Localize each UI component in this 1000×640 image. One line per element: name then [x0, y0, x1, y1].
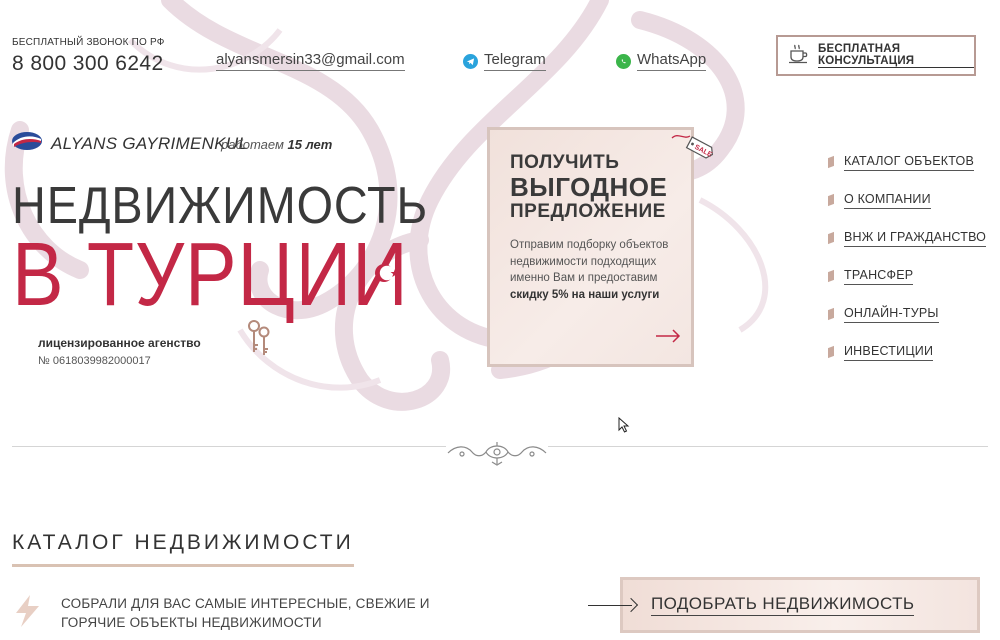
free-consultation-label: БЕСПЛАТНАЯ КОНСУЛЬТАЦИЯ	[818, 43, 974, 68]
turkish-crescent-icon	[373, 262, 401, 289]
catalog-title-underline	[12, 564, 354, 567]
nav-item-catalog[interactable]: КАТАЛОГ ОБЪЕКТОВ	[828, 143, 986, 181]
coffee-cup-icon	[788, 42, 810, 69]
offer-title-line1: получить	[510, 152, 620, 173]
nav-item-online-tours[interactable]: ОНЛАЙН-ТУРЫ	[828, 295, 986, 333]
pick-property-button[interactable]: ПОДОБРАТЬ НЕДВИЖИМОСТЬ	[620, 577, 980, 633]
whatsapp-label: WhatsApp	[637, 51, 707, 71]
whatsapp-icon	[616, 53, 631, 69]
catalog-desc-line2: ГОРЯЧИЕ ОБЪЕКТЫ НЕДВИЖИМОСТИ	[61, 615, 322, 630]
nav-bullet-icon	[828, 193, 834, 207]
nav-bullet-icon	[828, 155, 834, 169]
divider-ornament-icon	[442, 438, 552, 473]
catalog-desc-line1: СОБРАЛИ ДЛЯ ВАС САМЫЕ ИНТЕРЕСНЫЕ, СВЕЖИЕ…	[61, 596, 430, 611]
nav-item-transfer[interactable]: ТРАНСФЕР	[828, 257, 986, 295]
license-number: № 0618039982000017	[38, 355, 151, 367]
free-call-label: БЕСПЛАТНЫЙ ЗВОНОК ПО РФ	[12, 37, 165, 48]
nav-item-label: ИНВЕСТИЦИИ	[844, 344, 934, 361]
nav-bullet-icon	[828, 231, 834, 245]
nav-item-label: ТРАНСФЕР	[844, 268, 914, 285]
telegram-label: Telegram	[484, 51, 546, 71]
telegram-icon	[463, 53, 478, 69]
nav-item-investments[interactable]: ИНВЕСТИЦИИ	[828, 333, 986, 371]
keys-icon	[245, 318, 275, 363]
sale-tag-icon: SALE	[670, 130, 716, 167]
years-value: 15 лет	[287, 137, 333, 152]
offer-desc-bold: скидку 5% на наши услуги	[510, 288, 660, 301]
mouse-cursor-icon	[618, 416, 630, 438]
nav-item-label: ВНЖ И ГРАЖДАНСТВО	[844, 230, 987, 247]
nav-item-label: О КОМПАНИИ	[844, 192, 931, 209]
nav-bullet-icon	[828, 345, 834, 359]
lightning-icon	[12, 594, 42, 633]
nav-item-about[interactable]: О КОМПАНИИ	[828, 181, 986, 219]
phone-number[interactable]: 8 800 300 6242	[12, 52, 164, 76]
offer-title-line3: ПРЕДЛОЖЕНИЕ	[510, 201, 666, 223]
side-navigation: КАТАЛОГ ОБЪЕКТОВ О КОМПАНИИ ВНЖ И ГРАЖДА…	[828, 143, 987, 371]
nav-bullet-icon	[828, 269, 834, 283]
years-badge: работаем 15 лет	[221, 137, 332, 152]
logo-icon	[11, 131, 43, 156]
years-prefix: работаем	[221, 137, 284, 152]
email-link[interactable]: alyansmersin33@gmail.com	[216, 51, 405, 71]
hero-title-line2: В ТУРЦИИ	[12, 225, 409, 325]
licensed-agency-label: лицензированное агенство	[38, 336, 201, 350]
nav-item-label: ОНЛАЙН-ТУРЫ	[844, 306, 939, 323]
pick-property-label: ПОДОБРАТЬ НЕДВИЖИМОСТЬ	[651, 594, 915, 616]
brand-logo[interactable]: ALYANS GAYRIMENKUL	[11, 131, 248, 156]
brand-name: ALYANS GAYRIMENKUL	[51, 133, 249, 153]
offer-description: Отправим подборку объектов недвижимости …	[510, 237, 671, 303]
arrow-right-icon[interactable]	[655, 329, 681, 348]
special-offer-card[interactable]: получить ВЫГОДНОЕ ПРЕДЛОЖЕНИЕ Отправим п…	[487, 127, 694, 367]
whatsapp-link[interactable]: WhatsApp	[616, 51, 707, 71]
catalog-section-title: КАТАЛОГ НЕДВИЖИМОСТИ	[12, 531, 354, 554]
nav-item-label: КАТАЛОГ ОБЪЕКТОВ	[844, 154, 975, 171]
free-consultation-button[interactable]: БЕСПЛАТНАЯ КОНСУЛЬТАЦИЯ	[776, 35, 976, 76]
nav-bullet-icon	[828, 307, 834, 321]
offer-title-line2: ВЫГОДНОЕ	[510, 172, 668, 202]
telegram-link[interactable]: Telegram	[463, 51, 546, 71]
offer-desc-text: Отправим подборку объектов недвижимости …	[510, 239, 669, 285]
catalog-description: СОБРАЛИ ДЛЯ ВАС САМЫЕ ИНТЕРЕСНЫЕ, СВЕЖИЕ…	[61, 594, 430, 632]
nav-item-residence[interactable]: ВНЖ И ГРАЖДАНСТВО	[828, 219, 987, 257]
